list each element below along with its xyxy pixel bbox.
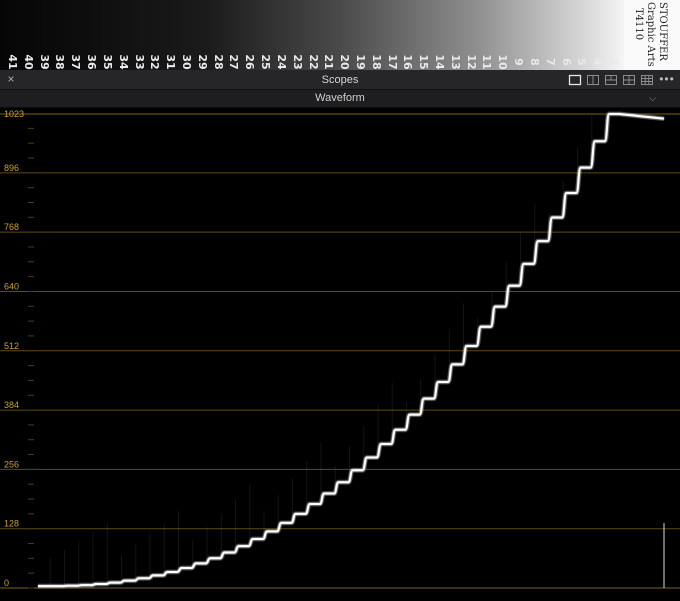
step-wedge-number: 3	[607, 58, 620, 66]
waveform-trace-haze	[38, 111, 665, 589]
step-wedge-number: 8	[527, 58, 541, 66]
scope-selector-bar: Waveform ⌵	[0, 90, 680, 108]
step-wedge-number: 4	[591, 58, 605, 66]
scale-label: 640	[4, 281, 19, 291]
close-button[interactable]: ×	[4, 72, 18, 86]
stouffer-label: STOUFFER Graphic Arts T4110	[624, 0, 680, 70]
step-wedge-number: 7	[543, 58, 557, 66]
scope-type-dropdown[interactable]: Waveform ⌵	[0, 90, 680, 108]
screen: 41 40 39 38 37 36 35 34 33 32 31 30 29 28 27 26 25 24 23 22…	[0, 0, 680, 601]
step-wedge-number: 17	[385, 54, 399, 70]
chevron-down-icon: ⌵	[649, 93, 656, 103]
scale-label: 384	[4, 400, 19, 410]
step-wedge-number: 29	[195, 54, 209, 70]
step-wedge-number: 28	[211, 54, 225, 70]
step-wedge-number: 5	[575, 58, 589, 66]
close-icon: ×	[7, 72, 15, 86]
step-wedge-number: 21	[322, 54, 336, 70]
scale-label: 896	[4, 163, 19, 173]
step-wedge-number: 37	[69, 54, 83, 70]
step-wedge-number: 40	[21, 54, 35, 70]
scale-label: 512	[4, 341, 19, 351]
layout-buttons	[568, 73, 654, 87]
step-wedge-number: 23	[290, 54, 304, 70]
step-wedge-number: 24	[274, 54, 288, 70]
step-wedge-number: 22	[306, 54, 320, 70]
layout-grid-icon[interactable]	[640, 73, 654, 87]
more-options-button[interactable]: •••	[658, 71, 676, 89]
step-wedge-number: 20	[338, 54, 352, 70]
waveform-trace-line	[38, 113, 665, 588]
scale-label: 128	[4, 519, 19, 529]
step-wedge-number: 30	[179, 54, 193, 70]
scale-label: 768	[4, 222, 19, 232]
step-wedge-numbers: 41 40 39 38 37 36 35 34 33 32 31 30 29 28 27 26 25 24 23 22…	[0, 54, 680, 70]
scale-label: 0	[4, 578, 9, 588]
layout-single-icon[interactable]	[568, 73, 582, 87]
step-wedge-number: 33	[132, 54, 146, 70]
waveform-trace-glow	[38, 111, 665, 589]
step-wedge-number: 34	[116, 54, 130, 70]
step-wedge-number: 27	[227, 54, 241, 70]
step-wedge-number: 26	[243, 54, 257, 70]
step-wedge-strip: 41 40 39 38 37 36 35 34 33 32 31 30 29 28 27 26 25 24 23 22…	[0, 0, 680, 70]
waveform-canvas: 1023 896 768 640 512 384 256 128 0	[0, 109, 680, 589]
step-wedge-number: 41	[6, 54, 19, 70]
scale-label: 256	[4, 459, 19, 469]
step-wedge-number: 38	[53, 54, 67, 70]
stouffer-label-line-2: Graphic Arts	[645, 2, 656, 67]
scope-type-value: Waveform	[315, 92, 365, 104]
scopes-titlebar: × Scopes •••	[0, 70, 680, 90]
step-wedge-number: 9	[512, 58, 526, 66]
waveform-scale: 1023 896 768 640 512 384 256 128 0	[4, 109, 34, 589]
step-wedge-number: 32	[148, 54, 162, 70]
step-wedge-number: 36	[85, 54, 99, 70]
stouffer-label-line-1: STOUFFER	[657, 2, 668, 61]
step-wedge-number: 6	[559, 58, 573, 66]
step-wedge-number: 18	[369, 54, 383, 70]
step-wedge-number: 11	[480, 54, 494, 70]
step-wedge-number: 13	[448, 54, 462, 70]
step-wedge-number: 31	[164, 54, 178, 70]
step-wedge-number: 19	[353, 54, 367, 70]
layout-quad-icon[interactable]	[622, 73, 636, 87]
step-wedge-number: 25	[259, 54, 273, 70]
layout-dual-icon[interactable]	[586, 73, 600, 87]
more-horizontal-icon: •••	[659, 72, 675, 86]
step-wedge-number: 14	[433, 54, 447, 70]
step-wedge-number: 12	[464, 54, 478, 70]
step-wedge-number: 16	[401, 54, 415, 70]
step-wedge-number: 15	[417, 54, 431, 70]
step-wedge-number: 39	[37, 54, 51, 70]
step-wedge-number: 35	[100, 54, 114, 70]
stouffer-label-line-3: T4110	[633, 8, 644, 41]
scale-label: 1023	[4, 109, 24, 119]
layout-quad-vertical-icon[interactable]	[604, 73, 618, 87]
step-wedge-number: 10	[496, 54, 510, 70]
waveform-display: 1023 896 768 640 512 384 256 128 0	[0, 108, 680, 601]
